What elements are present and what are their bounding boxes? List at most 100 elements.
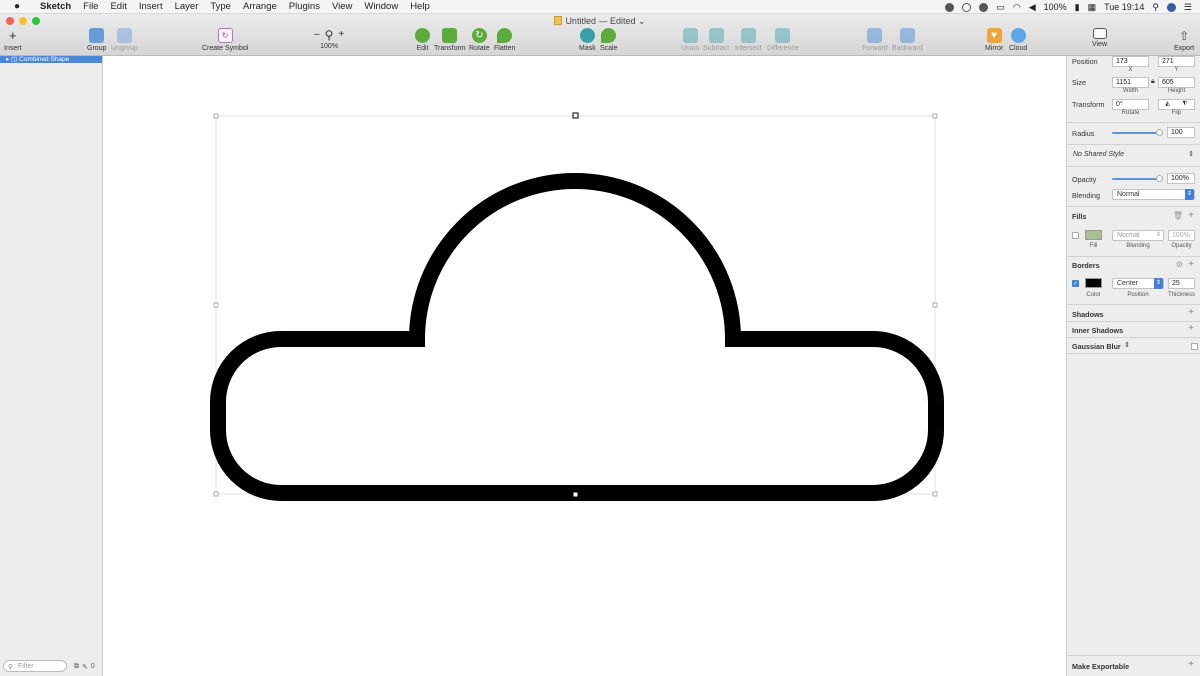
add-fill-button[interactable]: + bbox=[1188, 211, 1194, 221]
add-export-button[interactable]: + bbox=[1188, 660, 1194, 670]
battery-label[interactable]: 100% bbox=[1044, 2, 1067, 12]
border-enabled-checkbox[interactable]: ✓ bbox=[1072, 280, 1079, 287]
rotate-field[interactable]: 0° bbox=[1112, 99, 1149, 110]
menu-file[interactable]: File bbox=[77, 1, 104, 12]
menu-edit[interactable]: Edit bbox=[104, 1, 132, 12]
handle-middle-left[interactable] bbox=[213, 302, 219, 308]
document-title[interactable]: Untitled — Edited ⌄ bbox=[0, 16, 1200, 27]
union-button[interactable]: Union bbox=[681, 28, 699, 52]
subtract-icon bbox=[708, 28, 724, 43]
edit-button[interactable]: Edit bbox=[415, 28, 430, 52]
lock-icon[interactable]: 🔒︎ bbox=[1151, 78, 1155, 86]
transform-button[interactable]: Transform bbox=[434, 28, 466, 52]
mirror-button[interactable]: ♥ Mirror bbox=[985, 28, 1003, 52]
mask-button[interactable]: Mask bbox=[579, 28, 596, 52]
gaussian-blur-checkbox[interactable] bbox=[1191, 343, 1198, 350]
opacity-slider-knob[interactable] bbox=[1156, 175, 1163, 182]
export-button[interactable]: ⇧ Export bbox=[1174, 28, 1194, 53]
handle-bottom-center[interactable] bbox=[572, 491, 579, 498]
handle-top-center[interactable] bbox=[572, 112, 579, 119]
handle-middle-right[interactable] bbox=[932, 302, 938, 308]
clock[interactable]: Tue 19:14 bbox=[1104, 2, 1144, 12]
intersect-button[interactable]: Intersect bbox=[735, 28, 762, 52]
opacity-field[interactable]: 100% bbox=[1167, 173, 1195, 184]
view-button[interactable]: View bbox=[1092, 28, 1107, 48]
zoom-in-button[interactable]: + bbox=[338, 29, 344, 40]
ungroup-button[interactable]: Ungroup bbox=[111, 28, 138, 52]
notification-center-icon[interactable]: ☰ bbox=[1184, 2, 1192, 13]
battery-icon[interactable]: ▮ bbox=[1075, 2, 1080, 13]
create-symbol-button[interactable]: ↻ Create Symbol bbox=[202, 28, 248, 52]
cloud-button[interactable]: Cloud bbox=[1009, 28, 1027, 52]
menu-plugins[interactable]: Plugins bbox=[283, 1, 326, 12]
height-field[interactable]: 605 bbox=[1158, 77, 1195, 88]
difference-button[interactable]: Difference bbox=[767, 28, 799, 52]
handle-top-right[interactable] bbox=[932, 113, 938, 119]
gaussian-blur-title[interactable]: Gaussian Blur bbox=[1072, 342, 1121, 351]
rotate-button[interactable]: ↻ Rotate bbox=[469, 28, 490, 52]
group-button[interactable]: Group bbox=[87, 28, 106, 52]
flip-vertical-icon[interactable]: ⧨ bbox=[1182, 100, 1187, 109]
width-field[interactable]: 1151 bbox=[1112, 77, 1149, 88]
canvas[interactable] bbox=[103, 56, 1066, 676]
handle-top-left[interactable] bbox=[213, 113, 219, 119]
menu-layer[interactable]: Layer bbox=[169, 1, 205, 12]
blending-select[interactable]: Normal ⇕ bbox=[1112, 189, 1195, 200]
handle-bottom-left[interactable] bbox=[213, 491, 219, 497]
forward-button[interactable]: Forward bbox=[862, 28, 888, 52]
airplay-icon[interactable]: ▭ bbox=[996, 2, 1005, 13]
layer-item-combined-shape[interactable]: ▸ ◫ Combined Shape bbox=[0, 56, 102, 63]
status-icon-3[interactable] bbox=[979, 2, 989, 12]
subtract-button[interactable]: Subtract bbox=[703, 28, 729, 52]
fill-enabled-checkbox[interactable] bbox=[1072, 232, 1079, 239]
status-icon-2[interactable] bbox=[962, 2, 972, 12]
border-position-select[interactable]: Center ⇕ bbox=[1112, 278, 1164, 289]
menu-insert[interactable]: Insert bbox=[133, 1, 169, 12]
user-avatar-icon[interactable] bbox=[1166, 2, 1176, 12]
border-color-swatch[interactable] bbox=[1085, 278, 1102, 288]
position-x-field[interactable]: 173 bbox=[1112, 56, 1149, 67]
toolbar: Untitled — Edited ⌄ + Insert Group Ungro… bbox=[0, 14, 1200, 56]
fill-color-swatch[interactable] bbox=[1085, 230, 1102, 240]
create-page-icon[interactable]: ⧉ bbox=[74, 663, 79, 671]
apple-menu-icon[interactable]: ● bbox=[0, 1, 34, 12]
scale-button[interactable]: Scale bbox=[600, 28, 618, 52]
zoom-out-button[interactable]: – bbox=[314, 29, 320, 40]
add-inner-shadow-button[interactable]: + bbox=[1188, 324, 1194, 334]
menu-help[interactable]: Help bbox=[404, 1, 436, 12]
radius-field[interactable]: 100 bbox=[1167, 127, 1195, 138]
flatten-button[interactable]: Flatten bbox=[494, 28, 515, 52]
insert-button[interactable]: + Insert bbox=[4, 28, 22, 52]
backward-button[interactable]: Backward bbox=[892, 28, 923, 52]
volume-icon[interactable]: ◀ bbox=[1029, 2, 1036, 13]
combined-shape[interactable] bbox=[210, 173, 944, 501]
trash-icon[interactable]: 🗑︎ bbox=[1173, 211, 1183, 220]
handle-bottom-right[interactable] bbox=[932, 491, 938, 497]
shared-style-select[interactable]: No Shared Style bbox=[1073, 151, 1124, 158]
edit-pencil-icon[interactable]: ✎ bbox=[82, 663, 88, 671]
border-thickness-field[interactable]: 25 bbox=[1168, 278, 1195, 289]
disclosure-triangle-icon[interactable]: ▸ bbox=[6, 56, 9, 63]
radius-slider-knob[interactable] bbox=[1156, 129, 1163, 136]
gear-icon[interactable]: ⚙ bbox=[1176, 260, 1183, 269]
add-shadow-button[interactable]: + bbox=[1188, 308, 1194, 318]
menu-type[interactable]: Type bbox=[204, 1, 237, 12]
wifi-icon[interactable]: ◠ bbox=[1013, 2, 1021, 13]
magnifier-icon[interactable]: ⚲ bbox=[325, 28, 334, 42]
menu-app[interactable]: Sketch bbox=[34, 1, 77, 12]
radius-slider[interactable] bbox=[1112, 132, 1160, 134]
flip-horizontal-icon[interactable]: ◭ bbox=[1165, 100, 1170, 109]
opacity-slider[interactable] bbox=[1112, 178, 1160, 180]
status-icon-1[interactable] bbox=[945, 2, 955, 12]
zoom-control: – ⚲ + 100% bbox=[314, 26, 344, 51]
fill-opacity-field[interactable]: 100% bbox=[1168, 230, 1195, 241]
add-border-button[interactable]: + bbox=[1188, 260, 1194, 270]
spotlight-icon[interactable]: ⚲ bbox=[1152, 2, 1159, 13]
menu-arrange[interactable]: Arrange bbox=[237, 1, 283, 12]
position-y-field[interactable]: 271 bbox=[1158, 56, 1195, 67]
menu-view[interactable]: View bbox=[326, 1, 358, 12]
calendar-icon[interactable]: ▦ bbox=[1088, 2, 1097, 13]
menu-window[interactable]: Window bbox=[358, 1, 404, 12]
fill-blending-select[interactable]: Normal ⇕ bbox=[1112, 230, 1164, 241]
layer-filter-input[interactable]: ⚲ Filter bbox=[3, 660, 67, 672]
